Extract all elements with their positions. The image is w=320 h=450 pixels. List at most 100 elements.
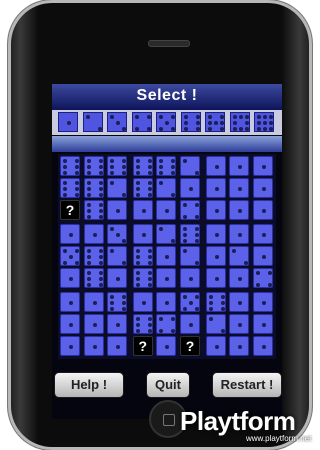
board-cell[interactable]: [252, 314, 273, 334]
board-cell[interactable]: [205, 292, 226, 312]
board-cell[interactable]: [107, 268, 128, 288]
board-cell[interactable]: [60, 292, 80, 312]
board-cell[interactable]: [156, 224, 177, 244]
board-cell[interactable]: [229, 178, 250, 198]
board-cell[interactable]: [229, 336, 250, 356]
select-tile-1[interactable]: [58, 112, 78, 132]
pip: [183, 295, 187, 299]
board-cell[interactable]: [156, 314, 177, 334]
quit-button[interactable]: Quit: [146, 372, 190, 398]
board-cell[interactable]: [156, 336, 177, 356]
board-cell[interactable]: [252, 178, 273, 198]
board-cell[interactable]: [229, 292, 250, 312]
select-tile-3[interactable]: [107, 112, 127, 132]
board-cell[interactable]: [132, 314, 153, 334]
board-cell[interactable]: [132, 200, 153, 220]
help-button[interactable]: Help !: [54, 372, 124, 398]
board-cell[interactable]: [229, 268, 250, 288]
board-cell[interactable]: [180, 156, 200, 176]
board-cell[interactable]: [132, 224, 153, 244]
board-cell[interactable]: [83, 268, 104, 288]
restart-button[interactable]: Restart !: [212, 372, 282, 398]
board-cell[interactable]: [205, 156, 226, 176]
board-cell[interactable]: [83, 178, 104, 198]
board-cell[interactable]: [180, 292, 200, 312]
pip: [183, 115, 188, 119]
board-cell[interactable]: [252, 156, 273, 176]
board-cell[interactable]: [132, 178, 153, 198]
board-cell[interactable]: [60, 224, 80, 244]
select-tile-4[interactable]: [131, 112, 152, 132]
board-cell[interactable]: [83, 156, 104, 176]
board-cell[interactable]: ?: [132, 336, 153, 356]
board-cell[interactable]: [132, 246, 153, 266]
board-cell[interactable]: [180, 268, 200, 288]
board-cell[interactable]: [60, 268, 80, 288]
board-cell[interactable]: [205, 314, 226, 334]
pip: [171, 165, 176, 169]
board-cell[interactable]: [180, 224, 200, 244]
board-cell[interactable]: [107, 246, 128, 266]
board-cell[interactable]: [156, 268, 177, 288]
board-cell[interactable]: [229, 246, 250, 266]
board-cell[interactable]: [83, 224, 104, 244]
board-cell[interactable]: [132, 268, 153, 288]
board-cell[interactable]: [107, 224, 128, 244]
board-cell[interactable]: [205, 200, 226, 220]
board-cell[interactable]: [60, 314, 80, 334]
select-tile-5[interactable]: [156, 112, 176, 132]
board-cell[interactable]: ?: [180, 336, 200, 356]
board-cell[interactable]: [229, 156, 250, 176]
board-cell[interactable]: [252, 268, 273, 288]
board-cell[interactable]: [180, 314, 200, 334]
board-cell[interactable]: [252, 336, 273, 356]
board-cell[interactable]: [156, 178, 177, 198]
board-cell[interactable]: [180, 178, 200, 198]
board-cell[interactable]: [107, 292, 128, 312]
board-cell[interactable]: [107, 336, 128, 356]
select-tile-6[interactable]: [180, 112, 201, 132]
pip: [75, 187, 79, 191]
pip: [98, 277, 103, 281]
board-cell[interactable]: [132, 156, 153, 176]
board-cell[interactable]: [229, 200, 250, 220]
board-cell[interactable]: [83, 314, 104, 334]
board-cell[interactable]: [156, 200, 177, 220]
board-cell[interactable]: [83, 200, 104, 220]
select-tile-8[interactable]: [229, 112, 250, 132]
board-cell[interactable]: [132, 292, 153, 312]
board-cell[interactable]: [252, 246, 273, 266]
board-cell[interactable]: ?: [60, 200, 80, 220]
pip: [214, 233, 219, 237]
board-cell[interactable]: [252, 224, 273, 244]
board-cell[interactable]: [205, 268, 226, 288]
board-cell[interactable]: [83, 336, 104, 356]
select-tile-9[interactable]: [254, 112, 274, 132]
select-tile-7[interactable]: [205, 112, 225, 132]
select-tile-2[interactable]: [82, 112, 103, 132]
board-cell[interactable]: [60, 178, 80, 198]
board-cell[interactable]: [180, 200, 200, 220]
board-cell[interactable]: [60, 156, 80, 176]
board-cell[interactable]: [107, 178, 128, 198]
board-cell[interactable]: [83, 292, 104, 312]
board-cell[interactable]: [205, 246, 226, 266]
board-cell[interactable]: [205, 178, 226, 198]
board-cell[interactable]: [83, 246, 104, 266]
pip: [122, 301, 127, 305]
board-cell[interactable]: [156, 156, 177, 176]
board-cell[interactable]: [107, 156, 128, 176]
board-cell[interactable]: [205, 224, 226, 244]
board-cell[interactable]: [107, 200, 128, 220]
board-cell[interactable]: [60, 246, 80, 266]
board-cell[interactable]: [156, 292, 177, 312]
board-cell[interactable]: [60, 336, 80, 356]
board-cell[interactable]: [229, 224, 250, 244]
board-cell[interactable]: [252, 200, 273, 220]
board-cell[interactable]: [156, 246, 177, 266]
board-cell[interactable]: [107, 314, 128, 334]
board-cell[interactable]: [180, 246, 200, 266]
board-cell[interactable]: [252, 292, 273, 312]
board-cell[interactable]: [205, 336, 226, 356]
board-cell[interactable]: [229, 314, 250, 334]
